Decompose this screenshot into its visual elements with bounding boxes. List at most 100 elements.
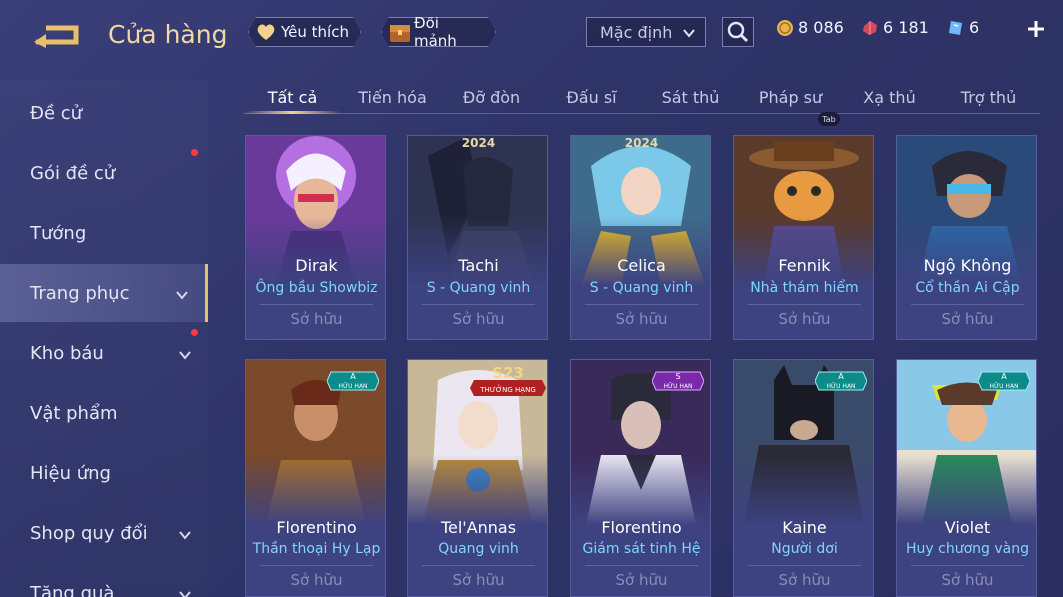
gold-amount: 8 086	[798, 18, 844, 37]
hero-name: Celica	[617, 256, 666, 275]
sidebar-item-skins[interactable]: Trang phục	[0, 264, 208, 322]
skin-card[interactable]: S HỮU HẠN Florentino Giám sát tinh Hệ Sở…	[570, 359, 711, 597]
grade-letter: A	[350, 372, 356, 381]
sidebar-item-treasure[interactable]: Kho báu	[0, 324, 208, 382]
skin-card[interactable]: 2024 Tachi S - Quang vinh Sở hữu	[407, 135, 548, 340]
skin-name: Giám sát tinh Hệ	[582, 541, 701, 557]
sidebar-item-items[interactable]: Vật phẩm	[0, 384, 208, 442]
owned-status: Sở hữu	[290, 571, 343, 589]
tab-fighter[interactable]: Đấu sĩ	[543, 78, 640, 116]
sidebar-item-label: Tướng	[30, 222, 87, 244]
card-gradient	[571, 455, 710, 525]
skin-card[interactable]: A HỮU HẠN Kaine Người dơi Sở hữu	[733, 359, 874, 597]
tab-evolution[interactable]: Tiến hóa	[344, 78, 441, 116]
sidebar-item-label: Hiệu ứng	[30, 462, 111, 484]
skin-card[interactable]: Ngộ Không Cổ thần Ai Cập Sở hữu	[896, 135, 1037, 340]
skin-name: Người dơi	[771, 541, 838, 557]
tab-label: Xạ thủ	[863, 87, 916, 107]
skin-name: Nhà thám hiểm	[750, 280, 859, 296]
tab-label: Đỡ đòn	[462, 87, 521, 107]
sidebar-item-gift[interactable]: Tặng quà	[0, 564, 208, 597]
sidebar-item-exchange-shop[interactable]: Shop quy đổi	[0, 504, 208, 562]
skin-name: Quang vinh	[438, 541, 519, 557]
chevron-down-icon	[178, 586, 192, 597]
hero-name: Tachi	[458, 256, 499, 275]
card-gradient	[408, 455, 547, 525]
card-gradient	[408, 216, 547, 286]
chevron-down-icon	[682, 25, 696, 39]
sidebar-item-label: Vật phẩm	[30, 402, 118, 424]
tab-mage[interactable]: Pháp sư	[742, 78, 839, 116]
hero-name: Violet	[944, 518, 991, 537]
skin-card[interactable]: A HỮU HẠN Violet Huy chương vàng Sở hữu	[896, 359, 1037, 597]
heart-icon	[255, 21, 277, 43]
skin-card[interactable]: S23 THƯỞNG HẠNG Tel'Annas Quang vinh Sở …	[407, 359, 548, 597]
tab-assassin[interactable]: Sát thủ	[642, 78, 739, 116]
grade-letter: A	[1001, 372, 1007, 381]
skin-name: Cổ thần Ai Cập	[915, 280, 1020, 296]
skin-card[interactable]: 2024 Celica S - Quang vinh Sở hữu	[570, 135, 711, 340]
hero-name: Fennik	[778, 256, 831, 275]
back-arrow-icon[interactable]	[32, 22, 84, 50]
search-icon	[727, 21, 749, 43]
skin-name: S - Quang vinh	[426, 280, 531, 296]
chest-icon	[388, 21, 410, 43]
top-bar: Cửa hàng Yêu thích Đổi mảnh Mặc định 8 0…	[0, 0, 1063, 70]
tab-active-indicator	[244, 111, 341, 114]
sidebar-item-heroes[interactable]: Tướng	[0, 204, 208, 262]
skin-card[interactable]: A HỮU HẠN Florentino Thần thoại Hy Lạp S…	[245, 359, 386, 597]
skin-card[interactable]: Dirak Ông bầu Showbiz Sở hữu	[245, 135, 386, 340]
tab-label: Sát thủ	[661, 87, 720, 107]
gold-balance: 8 086	[776, 18, 844, 37]
sidebar-item-bundles[interactable]: Gói đề cử	[0, 144, 208, 202]
tab-label: Đấu sĩ	[566, 87, 617, 107]
notification-dot	[191, 329, 198, 336]
owned-status: Sở hữu	[452, 571, 505, 589]
favorite-button[interactable]: Yêu thích	[248, 17, 361, 47]
divider	[911, 304, 1024, 305]
skin-card[interactable]: Fennik Nhà thám hiểm Sở hữu	[733, 135, 874, 340]
ruby-amount: 6 181	[883, 18, 929, 37]
card-gradient	[246, 455, 385, 525]
hero-name: Kaine	[782, 518, 827, 537]
divider	[260, 565, 373, 566]
tab-support[interactable]: Trợ thủ	[940, 78, 1037, 116]
voucher-amount: 6	[969, 18, 980, 37]
divider	[422, 565, 535, 566]
owned-status: Sở hữu	[941, 310, 994, 328]
grade-letter: S	[675, 372, 680, 381]
skin-name: S - Quang vinh	[589, 280, 694, 296]
sidebar-item-label: Đề cử	[30, 102, 83, 124]
sidebar-item-recommended[interactable]: Đề cử	[0, 84, 208, 142]
page-title: Cửa hàng	[108, 20, 228, 49]
hero-name: Florentino	[276, 518, 357, 537]
tab-divider	[244, 113, 1040, 114]
divider	[748, 304, 861, 305]
season-label: S23	[492, 364, 524, 382]
sidebar: Đề cử Gói đề cử Tướng Trang phục Kho báu…	[0, 80, 208, 597]
sidebar-item-label: Shop quy đổi	[30, 522, 148, 544]
card-gradient	[734, 455, 873, 525]
limited-label: HỮU HẠN	[826, 383, 855, 390]
exchange-button[interactable]: Đổi mảnh	[381, 17, 496, 47]
card-gradient	[571, 216, 710, 286]
chevron-down-icon	[175, 286, 189, 300]
plus-icon[interactable]	[1024, 17, 1048, 41]
tab-tank[interactable]: Đỡ đòn	[443, 78, 540, 116]
sidebar-item-effects[interactable]: Hiệu ứng	[0, 444, 208, 502]
hero-name: Tel'Annas	[440, 518, 517, 537]
owned-status: Sở hữu	[778, 310, 831, 328]
divider	[422, 304, 535, 305]
category-tabs: Tất cả Tiến hóa Đỡ đòn Đấu sĩ Sát thủ Ph…	[244, 78, 1040, 116]
grade-badge: A HỮU HẠN	[977, 368, 1031, 394]
search-button[interactable]	[722, 17, 754, 47]
divider	[748, 565, 861, 566]
tab-label: Tất cả	[267, 87, 318, 107]
hero-name: Dirak	[295, 256, 338, 275]
exchange-label: Đổi mảnh	[414, 14, 457, 50]
tab-marksman[interactable]: Xạ thủ	[841, 78, 938, 116]
tab-label: Tiến hóa	[358, 87, 427, 107]
season-rank-tag: S23 THƯỞNG HẠNG	[470, 362, 546, 396]
sort-dropdown[interactable]: Mặc định	[586, 17, 706, 47]
grade-letter: A	[838, 372, 844, 381]
